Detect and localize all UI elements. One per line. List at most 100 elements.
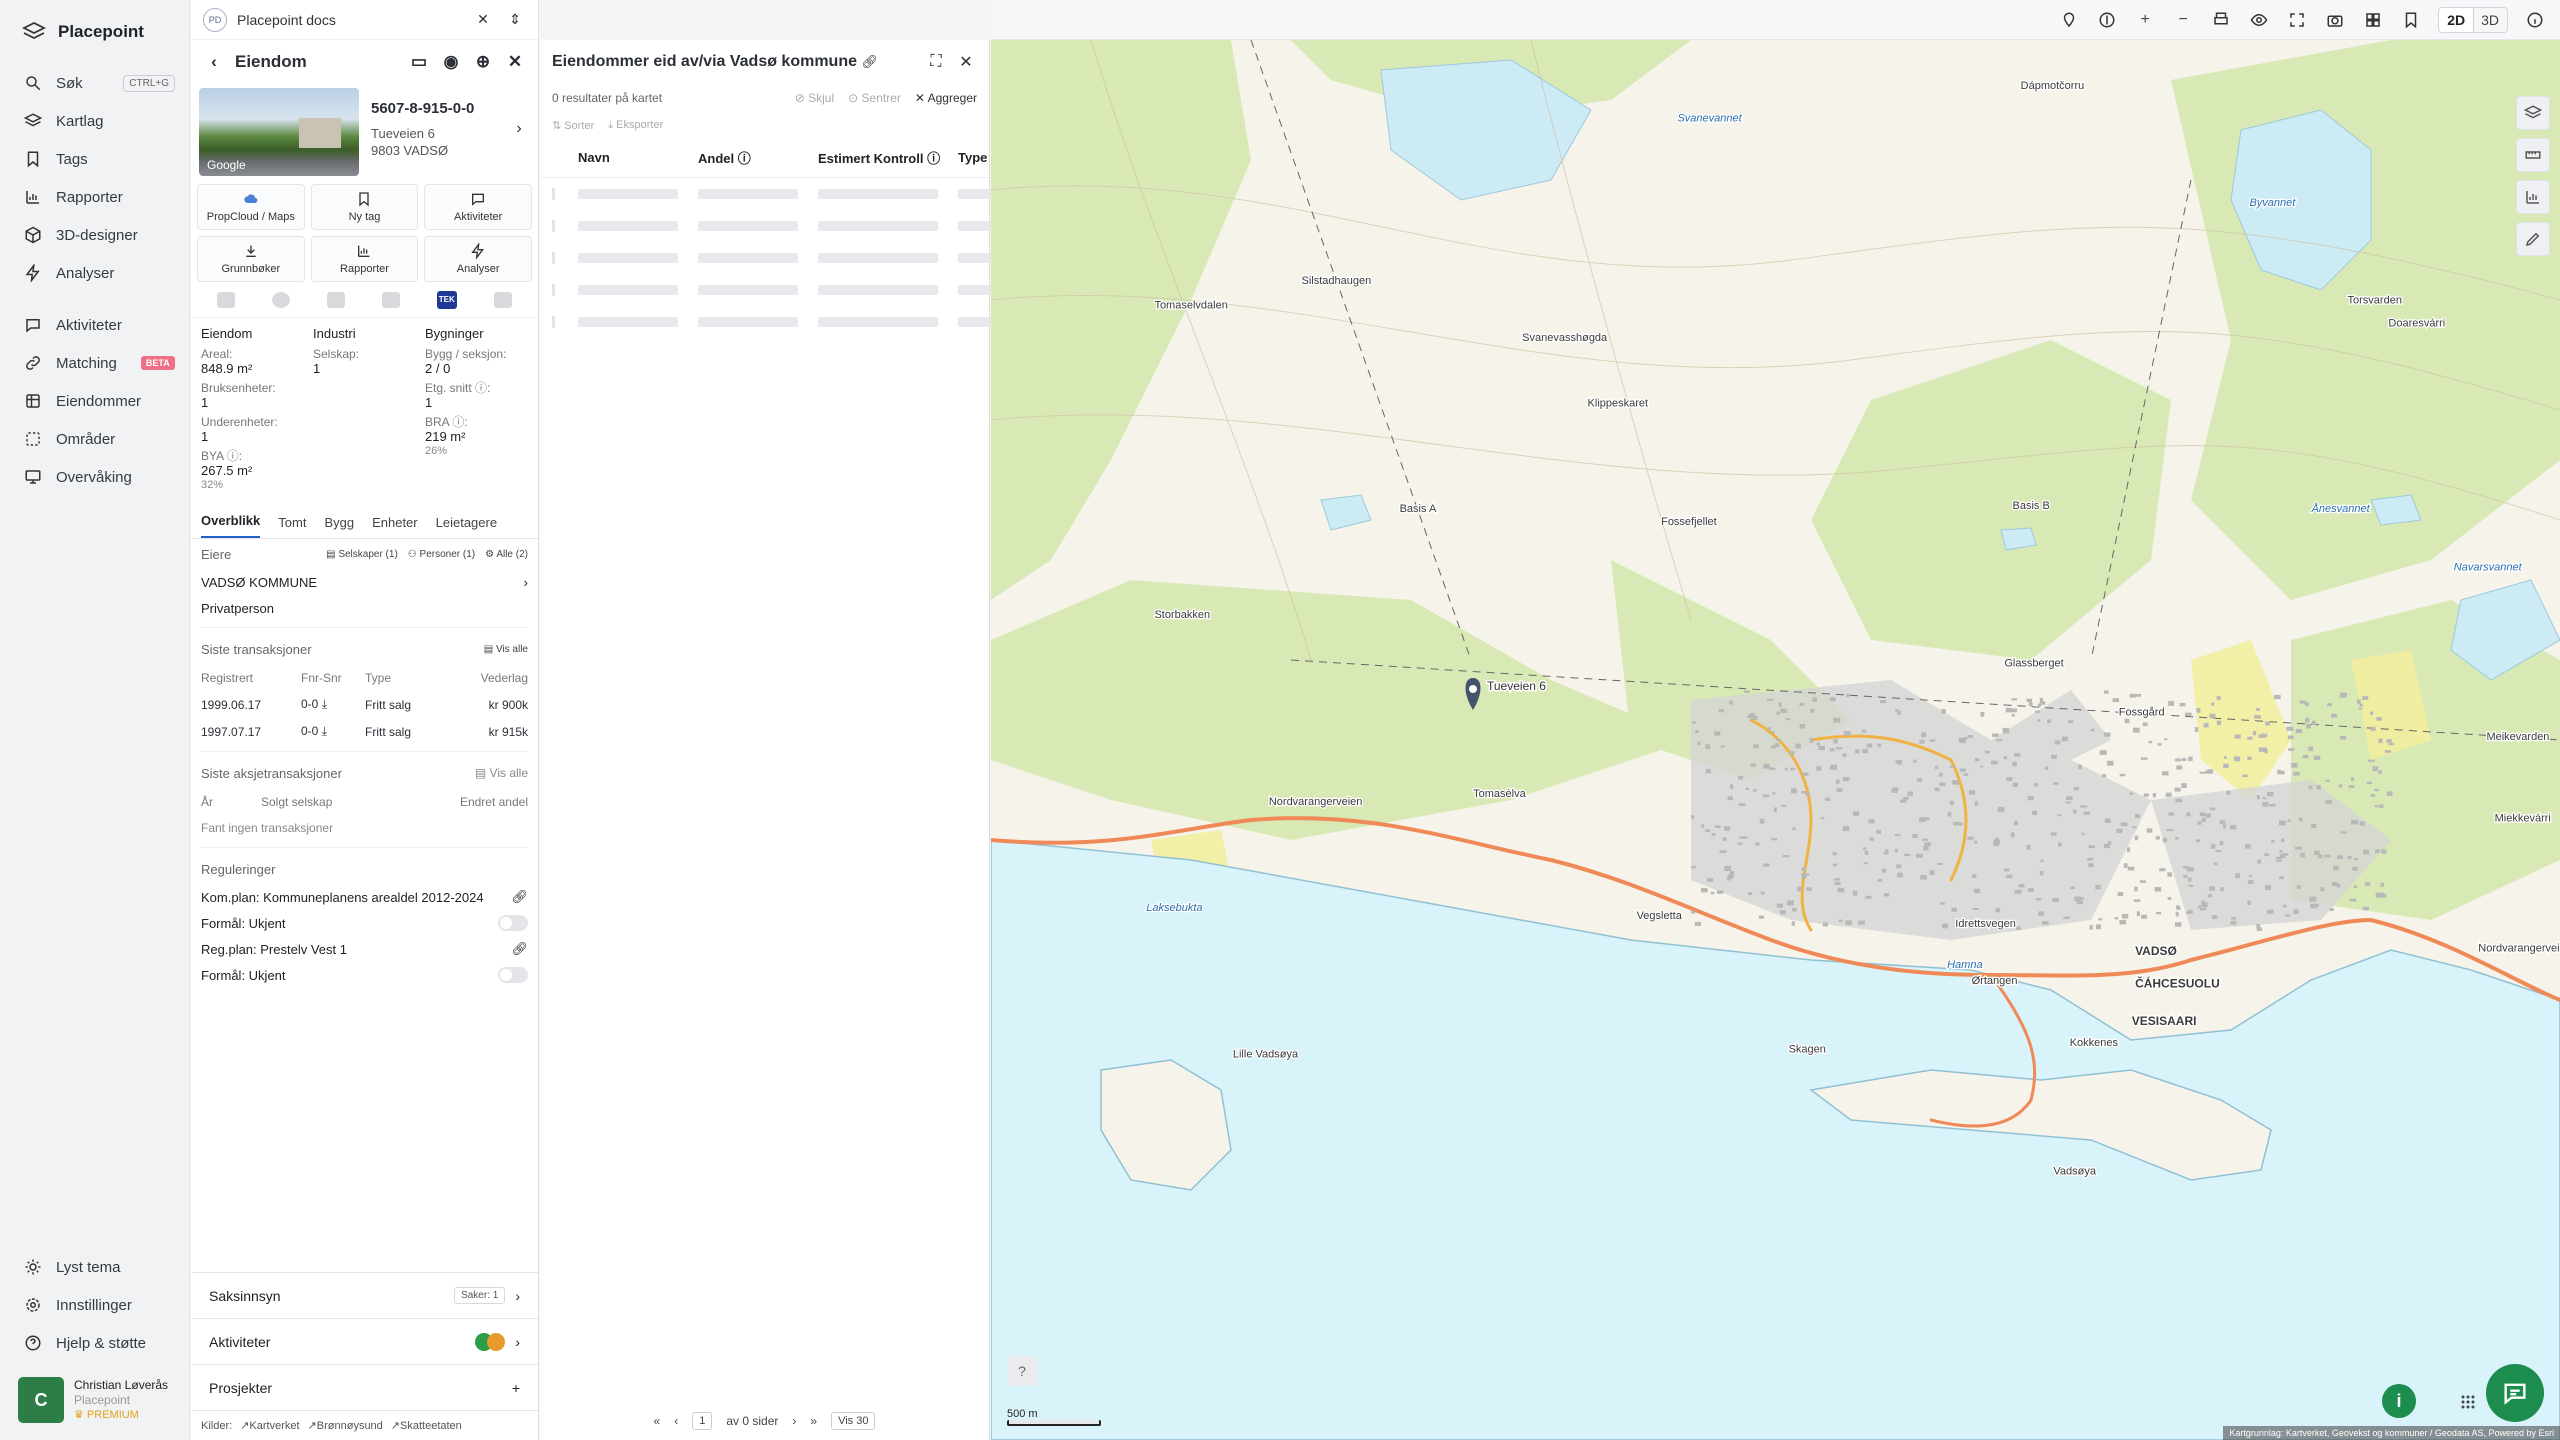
chevron-right-icon[interactable]: › bbox=[508, 118, 530, 140]
tab-leietagere[interactable]: Leietagere bbox=[436, 515, 497, 538]
chip-all[interactable]: ⚙ Alle (2) bbox=[485, 549, 528, 560]
source-link[interactable]: ↗Brønnøysund bbox=[308, 1419, 383, 1432]
eye-icon[interactable] bbox=[2248, 9, 2270, 31]
eye-icon[interactable]: ◉ bbox=[440, 51, 462, 73]
layer-icon-3[interactable] bbox=[327, 291, 346, 308]
prev-page-icon[interactable]: ‹ bbox=[674, 1414, 678, 1428]
tab-tomt[interactable]: Tomt bbox=[278, 515, 306, 538]
compass-icon[interactable] bbox=[2096, 9, 2118, 31]
reg-toggle[interactable] bbox=[498, 915, 528, 931]
export-button[interactable]: ⤓ Eksporter bbox=[608, 119, 663, 132]
nav-item-search[interactable]: Søk CTRL+G bbox=[0, 64, 189, 102]
workspace-title[interactable]: Placepoint docs bbox=[237, 12, 462, 28]
map-info-button[interactable]: i bbox=[2382, 1384, 2416, 1418]
back-icon[interactable]: ‹ bbox=[203, 51, 225, 73]
reg-row[interactable]: Reg.plan: Prestelv Vest 1 🔗︎ bbox=[201, 936, 528, 962]
mode-2d[interactable]: 2D bbox=[2439, 7, 2474, 32]
id-card-icon[interactable]: ▭ bbox=[408, 51, 430, 73]
expand-icon[interactable]: ⛶ bbox=[925, 51, 947, 73]
map-help-button[interactable]: ? bbox=[1007, 1356, 1037, 1386]
table-row[interactable]: 1997.07.17 0-0 ⤓ Fritt salg kr 915k bbox=[201, 718, 528, 745]
nav-item-3d-designer[interactable]: 3D-designer bbox=[0, 216, 189, 254]
user-profile[interactable]: C Christian Løverås Placepoint ♛ PREMIUM bbox=[18, 1372, 181, 1428]
nav-item-kartlag[interactable]: Kartlag bbox=[0, 102, 189, 140]
center-button[interactable]: ⊙ Sentrer bbox=[848, 91, 901, 105]
drag-handle-icon[interactable] bbox=[2460, 1394, 2476, 1410]
download-icon[interactable]: ⤓ bbox=[322, 697, 327, 711]
accordion-prosjekter[interactable]: Prosjekter + bbox=[191, 1364, 538, 1410]
accordion-saksinnsyn[interactable]: Saksinnsyn Saker: 1 › bbox=[191, 1272, 538, 1318]
col-andel[interactable]: Andel ⓘ bbox=[698, 148, 818, 167]
pin-tool-icon[interactable] bbox=[2058, 9, 2080, 31]
last-page-icon[interactable]: » bbox=[810, 1414, 817, 1428]
nav-item-aktiviteter[interactable]: Aktiviteter bbox=[0, 306, 189, 344]
chevron-updown-icon[interactable]: ⇕ bbox=[504, 9, 526, 31]
close-icon[interactable]: ✕ bbox=[472, 9, 494, 31]
fullscreen-icon[interactable] bbox=[2286, 9, 2308, 31]
reports-button[interactable]: Rapporter bbox=[310, 236, 419, 282]
table-row[interactable]: 1999.06.17 0-0 ⤓ Fritt salg kr 900k bbox=[201, 691, 528, 718]
reg-toggle[interactable] bbox=[498, 967, 528, 983]
accordion-aktiviteter[interactable]: Aktiviteter › bbox=[191, 1318, 538, 1364]
chip-companies[interactable]: ▤ Selskaper (1) bbox=[326, 549, 398, 560]
nav-item-settings[interactable]: Innstillinger bbox=[0, 1286, 189, 1324]
nav-item-theme[interactable]: Lyst tema bbox=[0, 1248, 189, 1286]
nav-item-rapporter[interactable]: Rapporter bbox=[0, 178, 189, 216]
col-navn[interactable]: Navn bbox=[578, 150, 698, 165]
new-tag-button[interactable]: Ny tag bbox=[310, 184, 419, 230]
layer-icon-1[interactable] bbox=[217, 291, 236, 308]
info-icon[interactable] bbox=[2524, 9, 2546, 31]
chip-persons[interactable]: ⚇ Personer (1) bbox=[408, 549, 475, 560]
layer-icon-5[interactable] bbox=[493, 291, 512, 308]
per-page-select[interactable]: Vis 30 bbox=[831, 1412, 876, 1430]
source-link[interactable]: ↗Kartverket bbox=[240, 1419, 299, 1432]
nav-item-omrader[interactable]: Områder bbox=[0, 420, 189, 458]
draw-tool[interactable] bbox=[2516, 222, 2550, 256]
tab-bygg[interactable]: Bygg bbox=[324, 515, 354, 538]
measure-tool[interactable] bbox=[2516, 138, 2550, 172]
tab-enheter[interactable]: Enheter bbox=[372, 515, 418, 538]
add-circle-icon[interactable]: ⊕ bbox=[472, 51, 494, 73]
nav-item-eiendommer[interactable]: Eiendommer bbox=[0, 382, 189, 420]
street-photo[interactable]: Google bbox=[199, 88, 359, 176]
close-icon[interactable]: ✕ bbox=[955, 51, 977, 73]
grid-icon[interactable] bbox=[2362, 9, 2384, 31]
grunnboker-button[interactable]: Grunnbøker bbox=[197, 236, 305, 282]
print-icon[interactable] bbox=[2210, 9, 2232, 31]
show-all-stock[interactable]: ▤ Vis alle bbox=[475, 766, 528, 780]
property-card[interactable]: Google 5607-8-915-0-0 Tueveien 6 9803 VA… bbox=[191, 84, 538, 176]
show-all-transactions[interactable]: ▤ Vis alle bbox=[484, 644, 528, 655]
layer-icon-4[interactable] bbox=[381, 291, 400, 308]
nav-item-tags[interactable]: Tags bbox=[0, 140, 189, 178]
hide-button[interactable]: ⊘ Skjul bbox=[795, 91, 834, 105]
layer-tool[interactable] bbox=[2516, 96, 2550, 130]
bookmark-icon[interactable] bbox=[2400, 9, 2422, 31]
chat-support-button[interactable] bbox=[2486, 1364, 2544, 1422]
nav-item-matching[interactable]: Matching BETA bbox=[0, 344, 189, 382]
nav-item-overvaking[interactable]: Overvåking bbox=[0, 458, 189, 496]
analyses-button[interactable]: Analyser bbox=[424, 236, 532, 282]
zoom-out-icon[interactable]: − bbox=[2172, 9, 2194, 31]
reg-row[interactable]: Kom.plan: Kommuneplanens arealdel 2012-2… bbox=[201, 884, 528, 910]
col-kontroll[interactable]: Estimert Kontroll ⓘ bbox=[818, 148, 958, 167]
camera-icon[interactable] bbox=[2324, 9, 2346, 31]
layer-icon-2[interactable] bbox=[272, 291, 291, 308]
tab-overblikk[interactable]: Overblikk bbox=[201, 513, 261, 538]
link-icon[interactable]: 🔗︎ bbox=[511, 889, 528, 905]
page-input[interactable]: 1 bbox=[692, 1412, 713, 1430]
link-icon[interactable]: 🔗︎ bbox=[861, 54, 878, 69]
download-icon[interactable]: ⤓ bbox=[322, 724, 327, 738]
first-page-icon[interactable]: « bbox=[654, 1414, 661, 1428]
owner-row[interactable]: VADSØ KOMMUNE › bbox=[201, 569, 528, 595]
map-view[interactable]: Dápmotčorru Svanevannet Silstadhaugen Svane… bbox=[991, 40, 2560, 1440]
aggregate-button[interactable]: ✕ Aggreger bbox=[915, 91, 977, 105]
close-panel-icon[interactable]: ✕ bbox=[504, 51, 526, 73]
sort-button[interactable]: ⇅ Sorter bbox=[552, 119, 594, 132]
source-link[interactable]: ↗Skatteetaten bbox=[391, 1419, 462, 1432]
next-page-icon[interactable]: › bbox=[792, 1414, 796, 1428]
tek-badge[interactable]: TEK bbox=[436, 290, 457, 309]
plus-icon[interactable]: + bbox=[512, 1380, 520, 1396]
mode-3d[interactable]: 3D bbox=[2473, 8, 2507, 32]
chart-tool[interactable] bbox=[2516, 180, 2550, 214]
map-canvas[interactable]: Dápmotčorru Svanevannet Silstadhaugen Svane… bbox=[991, 40, 2560, 1440]
